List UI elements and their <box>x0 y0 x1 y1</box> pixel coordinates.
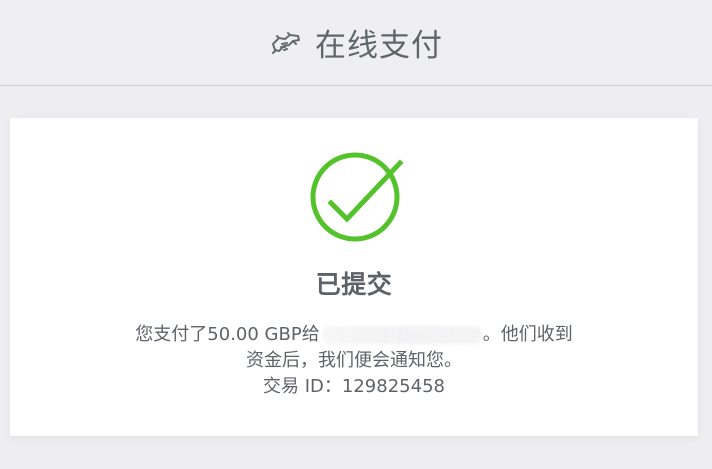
payment-page: 在线支付 已提交 您支付了50.00 GBP给 。他们收到 资金后，我们便会通知… <box>0 0 712 469</box>
check-circle-icon <box>310 152 404 242</box>
transaction-id: 交易 ID：129825458 <box>263 376 445 397</box>
page-header: 在线支付 <box>0 0 712 86</box>
payment-result-card: 已提交 您支付了50.00 GBP给 。他们收到 资金后，我们便会通知您。 交易… <box>10 118 698 436</box>
status-title: 已提交 <box>315 270 393 299</box>
notification-text-start: 。他们收到 <box>482 324 573 345</box>
handshake-icon <box>269 26 303 60</box>
payment-amount-text: 您支付了50.00 GBP给 <box>135 324 320 345</box>
message-line-2: 资金后，我们便会通知您。 <box>246 350 462 371</box>
payment-message: 您支付了50.00 GBP给 。他们收到 资金后，我们便会通知您。 交易 ID：… <box>10 322 698 400</box>
message-line-1: 您支付了50.00 GBP给 。他们收到 <box>10 322 698 348</box>
redacted-recipient <box>321 326 482 344</box>
page-title: 在线支付 <box>315 28 443 64</box>
